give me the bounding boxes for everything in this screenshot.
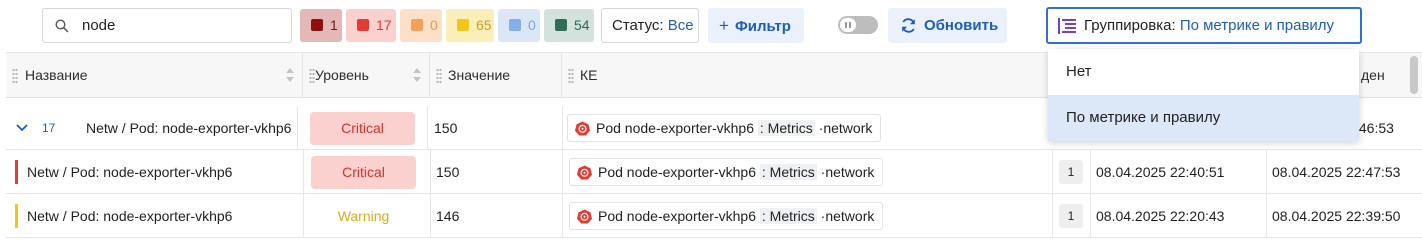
grouping-dropdown: Нет По метрике и правилу — [1048, 49, 1359, 141]
severity-square-icon — [357, 19, 369, 31]
divider — [1090, 194, 1091, 238]
divider — [562, 194, 563, 238]
chevron-down-icon[interactable] — [16, 123, 28, 133]
ke-tag[interactable]: Pod node-exporter-vkhp6 : Metrics ·netwo… — [569, 202, 884, 230]
divider — [1266, 150, 1267, 194]
severity-chip-6[interactable]: 54 — [544, 9, 594, 42]
kubernetes-icon — [577, 165, 592, 180]
column-header-name[interactable]: Название — [6, 53, 303, 98]
table-row[interactable]: Netw / Pod: node-exporter-vkhp6 Critical… — [6, 150, 1422, 194]
grouping-select[interactable]: Группировка: По метрике и правилу — [1046, 7, 1362, 44]
kubernetes-icon — [575, 121, 590, 136]
column-header-level[interactable]: Уровень — [303, 53, 430, 98]
add-filter-button[interactable]: + Фильтр — [708, 8, 804, 43]
group-time-tail: :46:53 — [1355, 120, 1394, 136]
severity-chip-2[interactable]: 17 — [346, 9, 396, 42]
divider — [1052, 194, 1053, 238]
alert-name: Netw / Pod: node-exporter-vkhp6 — [27, 164, 233, 180]
column-header-updated[interactable]: ден — [1359, 53, 1409, 98]
refresh-button[interactable]: Обновить — [888, 8, 1007, 43]
level-badge: Warning — [337, 208, 390, 224]
group-ke-tag[interactable]: Pod node-exporter-vkhp6 : Metrics ·netwo… — [567, 114, 882, 142]
divider — [430, 150, 431, 194]
kubernetes-icon — [577, 209, 592, 224]
status-value: Все — [667, 17, 694, 34]
group-level-badge: Critical — [310, 112, 415, 145]
first-seen-time: 08.04.2025 22:40:51 — [1096, 164, 1225, 180]
status-label: Статус: — [612, 17, 664, 34]
sort-icon[interactable] — [286, 68, 294, 82]
sort-icon[interactable] — [413, 68, 421, 82]
alert-value: 146 — [436, 208, 460, 224]
divider — [562, 106, 563, 150]
drag-handle-icon[interactable] — [12, 68, 18, 84]
severity-chip-5[interactable]: 0 — [498, 9, 540, 42]
occurrence-count: 1 — [1059, 204, 1083, 228]
vertical-scrollbar[interactable] — [1410, 56, 1418, 94]
severity-square-icon — [509, 19, 521, 31]
drag-handle-icon[interactable] — [436, 68, 442, 84]
occurrence-count: 1 — [1059, 160, 1083, 184]
refresh-icon — [902, 18, 915, 33]
severity-chip-1[interactable]: 1 — [300, 9, 342, 42]
severity-bar — [15, 204, 18, 228]
grouping-icon — [1058, 18, 1076, 34]
alert-value: 150 — [436, 164, 460, 180]
pause-toggle[interactable] — [838, 16, 878, 34]
divider — [303, 194, 304, 238]
divider — [562, 150, 563, 194]
divider — [1052, 150, 1053, 194]
status-select[interactable]: Статус: Все — [601, 8, 699, 43]
ke-tag[interactable]: Pod node-exporter-vkhp6 : Metrics ·netwo… — [569, 158, 884, 186]
search-icon — [55, 19, 69, 33]
severity-bar — [15, 160, 18, 184]
table-row[interactable]: Netw / Pod: node-exporter-vkhp6 Warning … — [6, 194, 1422, 238]
column-header-value[interactable]: Значение — [430, 53, 562, 98]
first-seen-time: 08.04.2025 22:20:43 — [1096, 208, 1225, 224]
severity-square-icon — [457, 19, 469, 31]
search-input[interactable]: node — [42, 8, 292, 43]
divider — [427, 106, 428, 150]
plus-icon: + — [719, 16, 729, 35]
divider — [430, 194, 431, 238]
grouping-option-none[interactable]: Нет — [1048, 49, 1359, 95]
divider — [303, 150, 304, 194]
severity-chip-3[interactable]: 0 — [400, 9, 442, 42]
group-name: Netw / Pod: node-exporter-vkhp6 — [86, 120, 292, 136]
pause-icon — [840, 18, 856, 32]
updated-time: 08.04.2025 22:47:53 — [1272, 164, 1401, 180]
severity-chip-4[interactable]: 65 — [446, 9, 494, 42]
grouping-value: По метрике и правилу — [1179, 17, 1335, 34]
grouping-option-metric-rule[interactable]: По метрике и правилу — [1048, 95, 1359, 141]
grouping-label: Группировка: — [1084, 17, 1176, 34]
search-value: node — [82, 17, 116, 34]
drag-handle-icon[interactable] — [568, 68, 574, 84]
alert-name: Netw / Pod: node-exporter-vkhp6 — [27, 208, 233, 224]
divider — [297, 106, 298, 150]
severity-square-icon — [311, 19, 323, 31]
group-value: 150 — [434, 120, 458, 136]
divider — [1266, 194, 1267, 238]
level-badge: Critical — [311, 156, 416, 189]
divider — [1090, 150, 1091, 194]
toolbar: node 1 17 0 65 0 54 Статус: Все + Фильтр … — [0, 0, 1422, 52]
severity-square-icon — [555, 19, 567, 31]
severity-square-icon — [411, 19, 423, 31]
drag-handle-icon[interactable] — [309, 68, 315, 84]
group-count: 17 — [42, 121, 56, 135]
column-header-ke[interactable]: КЕ — [562, 53, 1052, 98]
updated-time: 08.04.2025 22:39:50 — [1272, 208, 1401, 224]
